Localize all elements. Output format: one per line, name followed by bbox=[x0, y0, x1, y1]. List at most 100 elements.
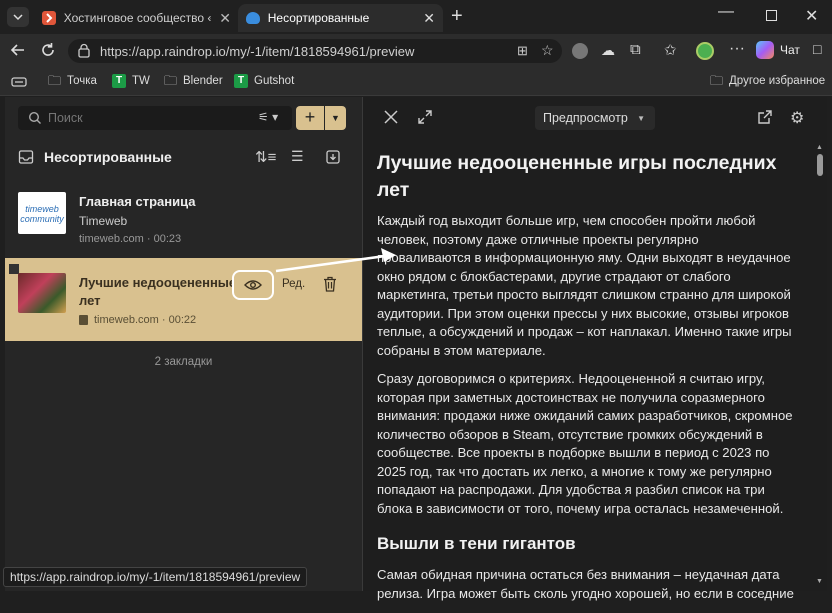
extensions-puzzle-icon[interactable]: ⧉ bbox=[630, 41, 641, 58]
bookmark-gutshot[interactable]: T Gutshot bbox=[234, 74, 294, 88]
bookmark-label: TW bbox=[132, 75, 150, 87]
favorites-icon[interactable]: ✩ bbox=[664, 41, 677, 59]
article-paragraph: Сразу договоримся о критериях. Недооцене… bbox=[377, 371, 793, 516]
refresh-button[interactable] bbox=[38, 40, 58, 65]
item-domain: timeweb.com bbox=[94, 314, 159, 326]
eye-icon bbox=[244, 280, 262, 290]
item-subtitle: Timeweb bbox=[79, 214, 128, 228]
cloud-extension-icon[interactable]: ☁ bbox=[601, 42, 615, 59]
url-text: https://app.raindrop.io/my/-1/item/18185… bbox=[100, 43, 415, 59]
preview-button[interactable] bbox=[232, 270, 274, 300]
preview-mode-label: Предпросмотр bbox=[543, 111, 628, 125]
extension-icon[interactable] bbox=[572, 43, 588, 59]
tab-title: Несортированные bbox=[267, 11, 370, 25]
article-paragraph: Самая обидная причина остаться без внима… bbox=[377, 567, 794, 601]
tab-title: Хостинговое сообщество «Timeweb bbox=[63, 11, 212, 25]
refresh-icon bbox=[42, 43, 54, 56]
inbox-icon bbox=[18, 150, 34, 164]
list-item[interactable]: timeweb community Главная страница Timew… bbox=[5, 184, 362, 256]
close-icon bbox=[384, 110, 398, 124]
other-favorites[interactable]: 🗀 Другое избранное bbox=[710, 74, 825, 87]
sort-button[interactable]: ⇅≡ bbox=[255, 148, 276, 166]
article-paragraph: Каждый год выходит больше игр, чем спосо… bbox=[377, 213, 792, 358]
item-time: 00:22 bbox=[168, 314, 197, 326]
copilot-icon bbox=[756, 41, 774, 59]
preview-mode-select[interactable]: Предпросмотр ▼ bbox=[535, 106, 655, 130]
select-checkbox[interactable] bbox=[9, 264, 19, 274]
raindrop-favicon-icon bbox=[246, 12, 260, 24]
add-options-button[interactable]: ▼ bbox=[325, 106, 346, 130]
edit-button[interactable]: Ред. bbox=[282, 278, 305, 290]
search-box[interactable]: ⚟ ▾ bbox=[18, 106, 292, 130]
site-info-icon[interactable] bbox=[76, 43, 92, 59]
article-content: Лучшие недооцененные игры последних лет … bbox=[377, 150, 795, 613]
search-icon bbox=[28, 111, 41, 124]
maximize-button[interactable] bbox=[766, 10, 777, 21]
copilot-button[interactable]: Чат bbox=[756, 41, 800, 59]
reading-list-icon[interactable] bbox=[11, 75, 27, 89]
bookmark-label: Другое избранное bbox=[729, 74, 826, 87]
scrollbar[interactable]: ▲ ▼ bbox=[816, 144, 823, 585]
minimize-button[interactable]: — bbox=[718, 3, 734, 21]
view-mode-button[interactable]: ☰ bbox=[291, 148, 304, 165]
more-menu-icon[interactable]: ··· bbox=[729, 40, 745, 58]
edit-label: Ред. bbox=[282, 278, 306, 290]
item-title-line: лет bbox=[79, 293, 101, 308]
item-title: Главная страница bbox=[79, 194, 196, 209]
back-button[interactable] bbox=[8, 40, 28, 65]
bookmark-label: Gutshot bbox=[254, 75, 295, 87]
address-bar[interactable]: https://app.raindrop.io/my/-1/item/18185… bbox=[68, 39, 562, 63]
gutshot-favicon-icon: T bbox=[234, 74, 248, 88]
star-icon[interactable]: ☆ bbox=[541, 42, 554, 59]
bookmark-count: 2 закладки bbox=[154, 356, 213, 368]
folder-icon: 🗀 bbox=[48, 73, 62, 88]
delete-button[interactable] bbox=[323, 276, 337, 297]
status-bar-url: https://app.raindrop.io/my/-1/item/18185… bbox=[3, 567, 308, 587]
item-domain: timeweb.com bbox=[79, 233, 144, 245]
sidebar-toggle-icon[interactable]: □ bbox=[813, 41, 821, 57]
bookmark-tw[interactable]: T TW bbox=[112, 74, 150, 88]
tab-close-icon[interactable]: ✕ bbox=[423, 10, 435, 27]
item-meta: timeweb.com · 00:22 bbox=[79, 314, 196, 326]
filter-options-icon[interactable]: ⚟ ▾ bbox=[258, 110, 278, 124]
tab-raindrop[interactable]: Несортированные ✕ bbox=[238, 4, 443, 32]
tab-close-icon[interactable]: ✕ bbox=[219, 10, 231, 27]
close-preview-button[interactable] bbox=[383, 109, 399, 130]
scrollbar-up-arrow[interactable]: ▲ bbox=[816, 144, 823, 151]
chevron-down-icon bbox=[13, 14, 23, 21]
tab-bar: Хостинговое сообщество «Timeweb ✕ Несорт… bbox=[0, 0, 832, 34]
collection-title: Несортированные bbox=[44, 149, 172, 165]
article-title: Лучшие недооцененные игры последних лет bbox=[377, 152, 777, 201]
search-input[interactable] bbox=[48, 109, 248, 127]
item-title-line: Лучшие недооцененные bbox=[79, 275, 237, 290]
download-button[interactable] bbox=[325, 149, 341, 170]
add-bookmark-button[interactable]: + bbox=[296, 106, 324, 130]
item-meta: timeweb.com · 00:23 bbox=[79, 233, 182, 245]
expand-preview-button[interactable] bbox=[417, 109, 433, 130]
gear-icon: ⚙ bbox=[790, 110, 805, 127]
bookmark-label: Blender bbox=[183, 74, 223, 87]
status-url-text: https://app.raindrop.io/my/-1/item/18185… bbox=[10, 570, 301, 584]
open-external-button[interactable] bbox=[757, 109, 773, 130]
profile-avatar[interactable] bbox=[696, 42, 714, 60]
download-icon bbox=[326, 150, 340, 164]
bookmark-tochka[interactable]: 🗀 Точка bbox=[48, 74, 97, 87]
bookmark-label: Точка bbox=[67, 74, 97, 87]
tab-actions-button[interactable] bbox=[7, 7, 29, 27]
thumbnail: timeweb community bbox=[18, 192, 66, 234]
preview-settings-button[interactable]: ⚙ bbox=[790, 108, 804, 128]
scrollbar-down-arrow[interactable]: ▼ bbox=[816, 578, 823, 585]
chat-label: Чат bbox=[780, 43, 800, 57]
new-tab-button[interactable]: + bbox=[451, 5, 463, 28]
app-available-icon[interactable]: ⊞ bbox=[517, 43, 528, 59]
close-window-button[interactable]: ✕ bbox=[805, 6, 818, 26]
scrollbar-thumb[interactable] bbox=[817, 154, 823, 176]
thumbnail-text: timeweb community bbox=[20, 204, 64, 224]
bookmark-blender[interactable]: 🗀 Blender bbox=[164, 74, 223, 87]
tab-timeweb[interactable]: Хостинговое сообщество «Timeweb ✕ bbox=[34, 4, 239, 32]
item-title: Лучшие недооцененные лет bbox=[79, 274, 236, 310]
expand-icon bbox=[418, 110, 432, 124]
article-type-icon bbox=[79, 315, 88, 325]
external-link-icon bbox=[758, 110, 772, 124]
list-item-selected[interactable]: Лучшие недооцененные лет timeweb.com · 0… bbox=[5, 258, 362, 341]
